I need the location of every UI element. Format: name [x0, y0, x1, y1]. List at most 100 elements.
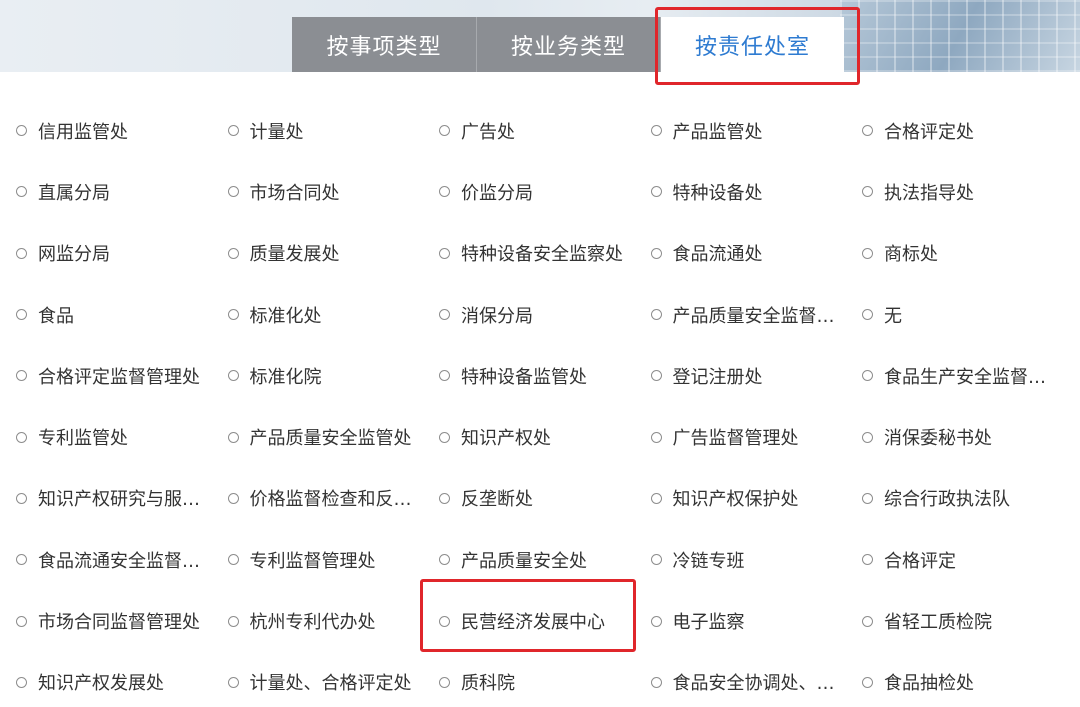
- department-option[interactable]: 市场合同处: [227, 179, 440, 205]
- radio-circle-icon[interactable]: [862, 615, 873, 627]
- department-option[interactable]: 食品: [16, 302, 228, 328]
- radio-circle-icon[interactable]: [16, 615, 27, 627]
- department-option[interactable]: 价监分局: [439, 179, 651, 205]
- department-option[interactable]: 产品质量安全处: [439, 547, 651, 573]
- department-option[interactable]: 产品质量安全监管处: [227, 424, 440, 450]
- department-option[interactable]: 质科院: [439, 669, 651, 695]
- radio-circle-icon[interactable]: [16, 247, 27, 259]
- radio-circle-icon[interactable]: [650, 431, 662, 443]
- radio-circle-icon[interactable]: [650, 615, 662, 627]
- radio-circle-icon[interactable]: [227, 370, 239, 382]
- department-option[interactable]: 综合行政执法队: [862, 485, 1074, 511]
- department-option[interactable]: 食品抽检处: [862, 669, 1074, 695]
- department-option[interactable]: 消保分局: [439, 302, 651, 328]
- radio-circle-icon[interactable]: [439, 247, 450, 259]
- department-option[interactable]: 消保委秘书处: [862, 424, 1074, 450]
- radio-circle-icon[interactable]: [227, 431, 239, 443]
- department-option[interactable]: 商标处: [862, 240, 1074, 266]
- department-option[interactable]: 专利监管处: [16, 424, 228, 450]
- radio-circle-icon[interactable]: [439, 492, 450, 504]
- radio-circle-icon[interactable]: [16, 370, 27, 382]
- radio-circle-icon[interactable]: [16, 186, 27, 198]
- tab-by-business-type[interactable]: 按业务类型: [476, 17, 660, 72]
- department-option[interactable]: 食品安全协调处、食…: [650, 669, 863, 695]
- department-option[interactable]: 产品质量安全监督管…: [650, 302, 863, 328]
- radio-circle-icon[interactable]: [439, 615, 450, 627]
- department-option[interactable]: 知识产权处: [439, 424, 651, 450]
- department-option[interactable]: 食品生产安全监督管…: [862, 363, 1074, 389]
- department-option[interactable]: 合格评定监督管理处: [16, 363, 228, 389]
- radio-circle-icon[interactable]: [439, 309, 450, 321]
- department-option[interactable]: 知识产权研究与服务…: [16, 485, 228, 511]
- radio-circle-icon[interactable]: [227, 247, 239, 259]
- department-option[interactable]: 产品监管处: [650, 118, 863, 144]
- department-option[interactable]: 电子监察: [650, 608, 863, 634]
- radio-circle-icon[interactable]: [650, 247, 662, 259]
- department-option[interactable]: 食品流通安全监督管…: [16, 547, 228, 573]
- radio-circle-icon[interactable]: [862, 676, 873, 688]
- radio-circle-icon[interactable]: [439, 125, 450, 137]
- radio-circle-icon[interactable]: [227, 309, 239, 321]
- radio-circle-icon[interactable]: [439, 554, 450, 566]
- department-option[interactable]: 直属分局: [16, 179, 228, 205]
- radio-circle-icon[interactable]: [862, 431, 873, 443]
- radio-circle-icon[interactable]: [16, 431, 27, 443]
- department-option[interactable]: 价格监督检查和反不…: [227, 485, 440, 511]
- radio-circle-icon[interactable]: [227, 125, 239, 137]
- department-option[interactable]: 信用监管处: [16, 118, 228, 144]
- department-option[interactable]: 登记注册处: [650, 363, 863, 389]
- radio-circle-icon[interactable]: [862, 309, 873, 321]
- radio-circle-icon[interactable]: [227, 615, 239, 627]
- radio-circle-icon[interactable]: [862, 370, 873, 382]
- radio-circle-icon[interactable]: [227, 676, 239, 688]
- radio-circle-icon[interactable]: [16, 125, 27, 137]
- radio-circle-icon[interactable]: [862, 492, 873, 504]
- radio-circle-icon[interactable]: [650, 125, 662, 137]
- department-option[interactable]: 省轻工质检院: [862, 608, 1074, 634]
- tab-by-item-type[interactable]: 按事项类型: [292, 17, 476, 72]
- radio-circle-icon[interactable]: [650, 554, 662, 566]
- radio-circle-icon[interactable]: [439, 676, 450, 688]
- department-option[interactable]: 执法指导处: [862, 179, 1074, 205]
- radio-circle-icon[interactable]: [650, 676, 662, 688]
- department-option[interactable]: 杭州专利代办处: [227, 608, 440, 634]
- radio-circle-icon[interactable]: [862, 247, 873, 259]
- department-option[interactable]: 民营经济发展中心: [439, 608, 651, 634]
- radio-circle-icon[interactable]: [439, 186, 450, 198]
- department-option[interactable]: 计量处: [227, 118, 440, 144]
- department-option[interactable]: 市场合同监督管理处: [16, 608, 228, 634]
- department-option[interactable]: 知识产权发展处: [16, 669, 228, 695]
- radio-circle-icon[interactable]: [16, 492, 27, 504]
- department-option[interactable]: 食品流通处: [650, 240, 863, 266]
- department-option[interactable]: 合格评定处: [862, 118, 1074, 144]
- department-option[interactable]: 反垄断处: [439, 485, 651, 511]
- department-option[interactable]: 广告处: [439, 118, 651, 144]
- radio-circle-icon[interactable]: [227, 492, 239, 504]
- radio-circle-icon[interactable]: [862, 125, 873, 137]
- department-option[interactable]: 无: [862, 302, 1074, 328]
- radio-circle-icon[interactable]: [862, 186, 873, 198]
- department-option[interactable]: 合格评定: [862, 547, 1074, 573]
- department-option[interactable]: 特种设备处: [650, 179, 863, 205]
- department-option[interactable]: 特种设备安全监察处: [439, 240, 651, 266]
- radio-circle-icon[interactable]: [650, 186, 662, 198]
- department-option[interactable]: 专利监督管理处: [227, 547, 440, 573]
- department-option[interactable]: 质量发展处: [227, 240, 440, 266]
- radio-circle-icon[interactable]: [862, 554, 873, 566]
- radio-circle-icon[interactable]: [650, 492, 662, 504]
- radio-circle-icon[interactable]: [16, 309, 27, 321]
- radio-circle-icon[interactable]: [16, 554, 27, 566]
- radio-circle-icon[interactable]: [439, 431, 450, 443]
- radio-circle-icon[interactable]: [227, 554, 239, 566]
- department-option[interactable]: 特种设备监管处: [439, 363, 651, 389]
- department-option[interactable]: 冷链专班: [650, 547, 863, 573]
- tab-by-responsible-department[interactable]: 按责任处室: [660, 17, 844, 72]
- department-option[interactable]: 标准化院: [227, 363, 440, 389]
- department-option[interactable]: 知识产权保护处: [650, 485, 863, 511]
- department-option[interactable]: 计量处、合格评定处: [227, 669, 440, 695]
- department-option[interactable]: 广告监督管理处: [650, 424, 863, 450]
- radio-circle-icon[interactable]: [439, 370, 450, 382]
- radio-circle-icon[interactable]: [650, 309, 662, 321]
- radio-circle-icon[interactable]: [16, 676, 27, 688]
- department-option[interactable]: 标准化处: [227, 302, 440, 328]
